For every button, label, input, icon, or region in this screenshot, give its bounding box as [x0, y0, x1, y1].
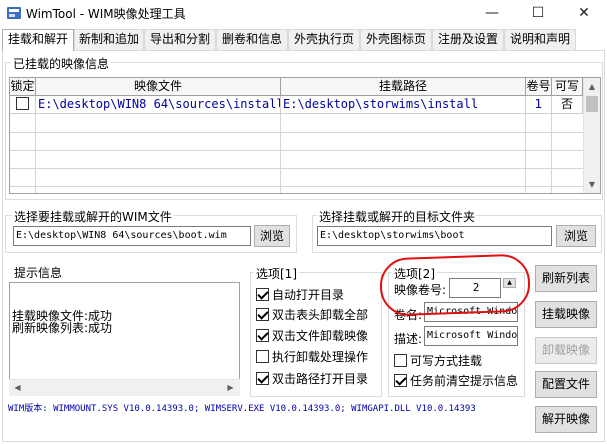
options1-title: 选项[1]: [254, 265, 299, 282]
row-image-file[interactable]: E:\desktop\WIN8 64\sources\install.wim: [36, 96, 281, 114]
hint-horizontal-scrollbar[interactable]: ◀ ▶: [9, 379, 240, 396]
extract-image-button[interactable]: 解开映像: [535, 406, 597, 433]
scroll-thumb[interactable]: [586, 96, 598, 112]
opt-label: 自动打开目录: [272, 288, 345, 302]
tab-shell-exec[interactable]: 外壳执行页: [288, 29, 360, 50]
checkbox-icon[interactable]: [256, 329, 269, 342]
grid-line: [551, 114, 552, 193]
grid-line: [35, 114, 36, 193]
col-volume[interactable]: 卷号: [526, 78, 552, 96]
grid-line: [10, 168, 583, 169]
mounted-images-table[interactable]: 锁定 映像文件 挂载路径 卷号 可写 E:\desktop\WIN8 64\so…: [9, 77, 601, 194]
volume-desc-label: 描述:: [394, 332, 423, 346]
tab-strip: 挂载和解开 新制和追加 导出和分割 删卷和信息 外壳执行页 外壳图标页 注册及设…: [0, 29, 607, 51]
opt-clear-hints[interactable]: 任务前清空提示信息: [394, 373, 518, 390]
source-wim-input[interactable]: E:\desktop\WIN8 64\sources\boot.wim: [13, 226, 251, 246]
app-icon: [7, 7, 21, 19]
opt-exec-unmount-process[interactable]: 执行卸载处理操作: [256, 349, 368, 366]
target-folder-label: 选择挂载或解开的目标文件夹: [317, 208, 478, 225]
config-file-button[interactable]: 配置文件: [535, 371, 597, 398]
source-wim-label: 选择要挂载或解开的WIM文件: [12, 208, 174, 225]
lock-checkbox[interactable]: [16, 97, 29, 110]
scroll-up-icon[interactable]: ▲: [584, 78, 600, 95]
tab-create[interactable]: 新制和追加: [74, 29, 144, 50]
opt-label: 任务前清空提示信息: [410, 374, 519, 388]
scroll-right-icon[interactable]: ▶: [222, 380, 239, 396]
opt-label: 双击文件卸载映像: [272, 329, 369, 343]
checkbox-icon[interactable]: [394, 354, 407, 367]
annotation-circle: [379, 253, 531, 317]
col-mount-path[interactable]: 挂载路径: [281, 78, 526, 96]
hint-title: 提示信息: [12, 264, 65, 281]
tab-register[interactable]: 注册及设置: [432, 29, 504, 50]
opt-dblclick-path-open[interactable]: 双击路径打开目录: [256, 371, 368, 388]
unmount-image-button[interactable]: 卸载映像: [535, 337, 597, 364]
source-browse-button[interactable]: 浏览: [254, 225, 290, 247]
close-button[interactable]: ✕: [561, 0, 607, 26]
opt-dblclick-file-unmount[interactable]: 双击文件卸载映像: [256, 328, 368, 345]
checkbox-icon[interactable]: [256, 372, 269, 385]
grid-line: [10, 132, 583, 133]
opt-writable-mount[interactable]: 可写方式挂载: [394, 353, 482, 370]
opt-auto-open-dir[interactable]: 自动打开目录: [256, 287, 344, 304]
checkbox-icon[interactable]: [256, 288, 269, 301]
grid-line: [10, 150, 583, 151]
tab-delete[interactable]: 删卷和信息: [216, 29, 288, 50]
scroll-left-icon[interactable]: ◀: [9, 380, 26, 396]
tab-mount[interactable]: 挂载和解开: [2, 29, 74, 51]
tab-shell-icon[interactable]: 外壳图标页: [360, 29, 432, 50]
scroll-down-icon[interactable]: ▼: [584, 176, 600, 193]
maximize-button[interactable]: ☐: [515, 0, 561, 26]
table-vertical-scrollbar[interactable]: ▲ ▼: [583, 78, 600, 193]
opt-dblclick-header-unmount[interactable]: 双击表头卸载全部: [256, 307, 368, 324]
target-browse-button[interactable]: 浏览: [556, 225, 596, 247]
refresh-list-button[interactable]: 刷新列表: [535, 265, 597, 292]
checkbox-icon[interactable]: [394, 374, 407, 387]
col-lock[interactable]: 锁定: [10, 78, 36, 96]
row-writable[interactable]: 否: [552, 96, 583, 114]
hint-line: 刷新映像列表:成功: [12, 321, 113, 335]
opt-label: 双击路径打开目录: [272, 372, 369, 386]
volume-desc-input[interactable]: Microsoft Windo: [424, 326, 518, 346]
row-mount-path[interactable]: E:\desktop\storwims\install: [281, 96, 526, 114]
mount-image-button[interactable]: 挂载映像: [535, 301, 597, 328]
title-bar: WimTool - WIM映像处理工具 — ☐ ✕: [0, 0, 607, 26]
opt-label: 可写方式挂载: [410, 354, 483, 368]
tab-export[interactable]: 导出和分割: [144, 29, 216, 50]
opt-label: 双击表头卸载全部: [272, 308, 369, 322]
row-lock-cell[interactable]: [10, 96, 36, 114]
row-volume[interactable]: 1: [526, 96, 552, 114]
target-folder-input[interactable]: E:\desktop\storwims\boot: [317, 226, 552, 246]
wim-version-status: WIM版本: WIMMOUNT.SYS V10.0.14393.0; WIMSE…: [8, 404, 476, 414]
grid-line: [525, 114, 526, 193]
checkbox-icon[interactable]: [256, 308, 269, 321]
opt-label: 执行卸载处理操作: [272, 350, 369, 364]
grid-line: [10, 186, 583, 187]
col-writable[interactable]: 可写: [552, 78, 583, 96]
window-title: WimTool - WIM映像处理工具: [26, 7, 186, 21]
checkbox-icon[interactable]: [256, 350, 269, 363]
grid-line: [280, 114, 281, 193]
mounted-images-title: 已挂载的映像信息: [11, 55, 112, 72]
col-image-file[interactable]: 映像文件: [36, 78, 281, 96]
minimize-button[interactable]: —: [469, 0, 515, 26]
tab-about[interactable]: 说明和声明: [504, 29, 576, 50]
